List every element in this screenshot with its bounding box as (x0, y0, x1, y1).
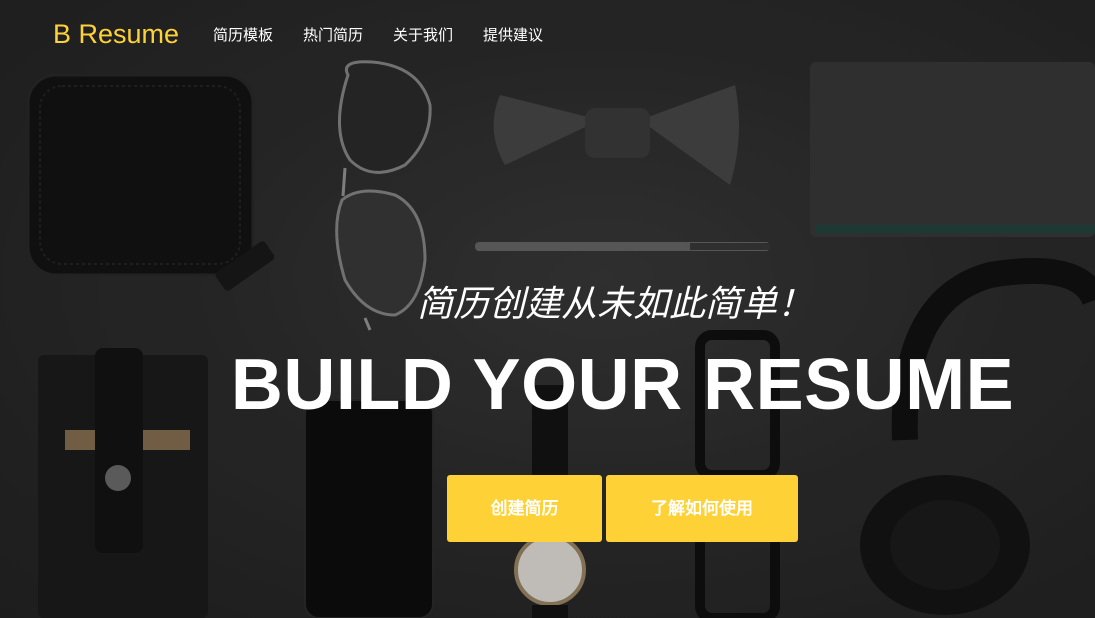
top-navbar: B Resume 简历模板 热门简历 关于我们 提供建议 (0, 0, 1095, 70)
brand-logo[interactable]: B Resume (53, 17, 179, 51)
learn-how-button[interactable]: 了解如何使用 (606, 475, 798, 542)
nav-item-feedback: 提供建议 (483, 24, 543, 46)
nav-link-feedback[interactable]: 提供建议 (483, 26, 543, 44)
nav-item-popular: 热门简历 (303, 24, 363, 46)
nav-link-templates[interactable]: 简历模板 (213, 26, 273, 44)
nav-link-about[interactable]: 关于我们 (393, 26, 453, 44)
nav-menu: 简历模板 热门简历 关于我们 提供建议 (213, 24, 573, 46)
nav-item-templates: 简历模板 (213, 24, 273, 46)
create-resume-button[interactable]: 创建简历 (447, 475, 602, 542)
hero-subtitle: 简历创建从未如此简单！ (416, 284, 813, 325)
nav-item-about: 关于我们 (393, 24, 453, 46)
hero-headline: BUILD YOUR RESUME (230, 345, 1015, 425)
nav-link-popular[interactable]: 热门简历 (303, 26, 363, 44)
